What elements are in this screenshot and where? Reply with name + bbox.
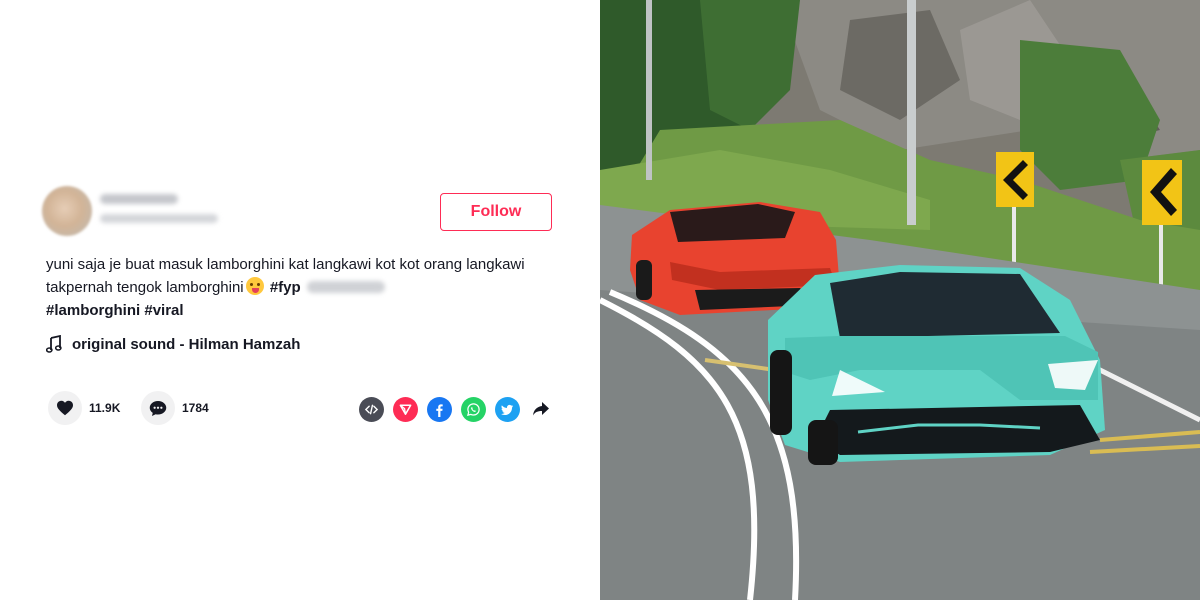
blurred-username[interactable]	[100, 194, 178, 204]
like-count: 11.9K	[89, 401, 121, 415]
avatar[interactable]	[42, 186, 92, 236]
video-caption: yuni saja je buat masuk lamborghini kat …	[46, 253, 546, 322]
tongue-emoji-icon	[245, 277, 264, 295]
share-arrow-icon[interactable]	[531, 399, 551, 419]
facebook-icon[interactable]	[427, 396, 452, 422]
comment-count: 1784	[182, 401, 209, 415]
hashtag-fyp[interactable]: #fyp	[270, 279, 301, 296]
author-row: Follow	[42, 186, 554, 238]
like-button[interactable]	[48, 391, 82, 425]
share-row	[359, 396, 551, 422]
heart-icon	[57, 400, 73, 416]
music-label: original sound - Hilman Hamzah	[72, 335, 301, 353]
comment-button[interactable]	[141, 391, 175, 425]
hashtag-viral[interactable]: #viral	[144, 302, 183, 319]
blurred-nickname-date	[100, 214, 218, 223]
video-frame	[600, 0, 1200, 600]
whatsapp-icon[interactable]	[461, 396, 486, 422]
hashtag-lamborghini[interactable]: #lamborghini	[46, 302, 140, 319]
video-detail-panel: Follow yuni saja je buat masuk lamborghi…	[0, 0, 600, 600]
music-link[interactable]: original sound - Hilman Hamzah	[46, 334, 300, 354]
twitter-icon[interactable]	[495, 396, 520, 422]
music-note-icon	[46, 335, 62, 353]
comment-icon	[149, 400, 167, 416]
send-icon[interactable]	[393, 396, 418, 422]
blurred-hashtag[interactable]	[306, 281, 385, 293]
comment-stat: 1784	[141, 390, 209, 426]
like-stat: 11.9K	[48, 390, 120, 426]
follow-button[interactable]: Follow	[440, 193, 552, 231]
video-player[interactable]	[600, 0, 1200, 600]
embed-icon[interactable]	[359, 396, 384, 422]
